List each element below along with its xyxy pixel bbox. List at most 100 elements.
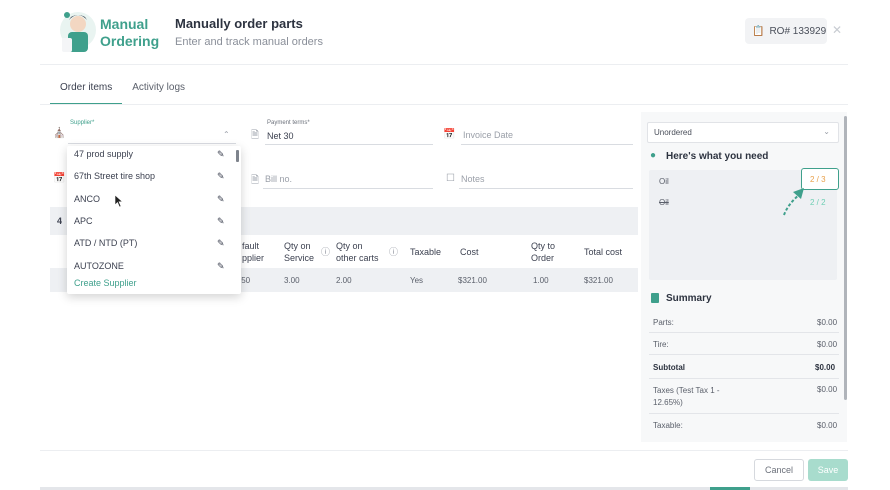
dropdown-item[interactable]: ATD / NTD (PT) bbox=[74, 238, 137, 248]
payment-terms-label: Payment terms* bbox=[267, 120, 310, 126]
dropdown-item[interactable]: AUTOZONE bbox=[74, 261, 124, 271]
invoice-date-underline bbox=[461, 144, 633, 145]
summary-parts-value: $0.00 bbox=[817, 318, 838, 327]
th-default-supplier-l1: fault bbox=[242, 241, 260, 251]
th-qty-service-l1: Qty on bbox=[284, 241, 311, 251]
page-title: Manually order parts bbox=[175, 16, 303, 31]
th-qty-other-l1: Qty on bbox=[336, 241, 363, 251]
th-default-supplier-l2: pplier bbox=[242, 253, 265, 263]
notes-underline bbox=[459, 188, 633, 189]
summary-subtotal-value: $0.00 bbox=[815, 363, 836, 372]
info-icon-2[interactable]: ⓘ bbox=[389, 246, 398, 258]
chevron-down-icon: ⌄ bbox=[823, 127, 830, 136]
td-qty-on-service: 3.00 bbox=[284, 276, 300, 285]
payment-terms-underline bbox=[265, 144, 433, 145]
th-qty-to-order[interactable]: Qty to Order bbox=[531, 240, 555, 264]
summary-taxable-value: $0.00 bbox=[817, 421, 838, 430]
pencil-icon[interactable]: ✎ bbox=[217, 194, 225, 205]
th-taxable[interactable]: Taxable bbox=[410, 246, 441, 258]
pencil-icon[interactable]: ✎ bbox=[217, 149, 225, 160]
tab-order-items[interactable]: Order items bbox=[50, 82, 123, 105]
td-total-cost: $321.00 bbox=[584, 276, 613, 285]
need-item-name: Oil bbox=[659, 177, 669, 186]
summary-taxes-value: $0.00 bbox=[817, 385, 838, 394]
summary-parts-label: Parts: bbox=[653, 318, 674, 327]
summary-title: Summary bbox=[666, 293, 712, 304]
page-subtitle: Enter and track manual orders bbox=[175, 36, 323, 48]
needs-title: Here's what you need bbox=[666, 151, 769, 162]
status-value: Unordered bbox=[654, 128, 692, 137]
supplier-dropdown: 47 prod supply ✎ 67th Street tire shop ✎… bbox=[67, 146, 241, 294]
notes-input[interactable]: Notes bbox=[461, 174, 485, 184]
document-icon: 🗎 bbox=[251, 130, 260, 141]
ro-number: RO# 133929 bbox=[769, 25, 827, 37]
document-icon-2: 🗎 bbox=[251, 175, 260, 186]
summary-divider bbox=[649, 413, 839, 414]
th-qty-on-service[interactable]: Qty on Service bbox=[284, 240, 314, 264]
need-item-progress: 2 / 3 bbox=[810, 175, 826, 184]
calendar-icon: 📅 bbox=[443, 129, 456, 140]
dropdown-item[interactable]: 47 prod supply bbox=[74, 149, 133, 159]
tab-activity-logs[interactable]: Activity logs bbox=[122, 82, 195, 105]
dropdown-scrollbar[interactable] bbox=[236, 150, 239, 162]
dropdown-item[interactable]: APC bbox=[74, 216, 93, 226]
td-taxable: Yes bbox=[410, 276, 424, 285]
status-select[interactable]: Unordered ⌄ bbox=[647, 122, 839, 143]
tab-bar: Order items Activity logs bbox=[50, 82, 195, 105]
summary-subtotal-label: Subtotal bbox=[653, 363, 685, 372]
cancel-button[interactable]: Cancel bbox=[754, 459, 804, 481]
pencil-icon[interactable]: ✎ bbox=[217, 261, 225, 272]
th-qty-other-carts[interactable]: Qty on other carts bbox=[336, 240, 379, 264]
logo-text: Manual Ordering bbox=[100, 16, 159, 50]
td-qty-to-order[interactable]: 1.00 bbox=[533, 276, 549, 285]
logo-line1: Manual bbox=[100, 16, 149, 32]
save-button[interactable]: Save bbox=[808, 459, 848, 481]
summary-divider bbox=[649, 332, 839, 333]
need-item-progress-done: 2 / 2 bbox=[810, 198, 826, 207]
footer-divider bbox=[40, 450, 848, 451]
panel-scrollbar[interactable] bbox=[844, 116, 847, 400]
store-icon: ⛪ bbox=[53, 128, 66, 139]
bill-no-input[interactable]: Bill no. bbox=[265, 174, 292, 184]
click-arrow-icon bbox=[783, 188, 804, 216]
chevron-up-icon[interactable]: ⌃ bbox=[223, 130, 230, 139]
bill-no-underline bbox=[263, 188, 433, 189]
logo-line2: Ordering bbox=[100, 33, 160, 49]
item-count: 4 bbox=[57, 216, 63, 226]
info-icon[interactable]: ⓘ bbox=[321, 246, 330, 258]
create-supplier-link[interactable]: Create Supplier bbox=[74, 278, 137, 288]
pencil-icon[interactable]: ✎ bbox=[217, 238, 225, 249]
dropdown-item[interactable]: ANCO bbox=[74, 194, 100, 204]
td-cost: $321.00 bbox=[458, 276, 487, 285]
ro-number-badge: 📋 RO# 133929 bbox=[745, 18, 827, 44]
th-default-supplier[interactable]: fault pplier bbox=[242, 240, 264, 264]
clipboard-icon: 📋 bbox=[752, 25, 765, 37]
summary-document-icon bbox=[651, 293, 659, 303]
note-icon: ☐ bbox=[446, 173, 455, 184]
summary-divider bbox=[649, 378, 839, 379]
calendar-icon-2: 📅 bbox=[53, 173, 66, 184]
th-qty-order-l2: Order bbox=[531, 253, 555, 263]
payment-terms-select[interactable]: Net 30 bbox=[267, 131, 294, 141]
tabs-divider bbox=[40, 104, 848, 105]
summary-tire-label: Tire: bbox=[653, 340, 669, 349]
mouse-pointer-icon bbox=[114, 194, 124, 208]
th-total-cost[interactable]: Total cost bbox=[584, 246, 622, 258]
th-qty-order-l1: Qty to bbox=[531, 241, 556, 251]
dropdown-item[interactable]: 67th Street tire shop bbox=[74, 171, 155, 181]
summary-tire-value: $0.00 bbox=[817, 340, 838, 349]
close-icon[interactable]: ✕ bbox=[832, 23, 842, 37]
summary-taxable-label: Taxable: bbox=[653, 421, 683, 430]
manual-ordering-logo bbox=[60, 12, 96, 52]
lightbulb-icon: ● bbox=[650, 150, 657, 161]
supplier-label: Supplier* bbox=[70, 120, 95, 126]
td-qty-on-other-carts: 2.00 bbox=[336, 276, 352, 285]
th-qty-service-l2: Service bbox=[284, 253, 315, 263]
invoice-date-input[interactable]: Invoice Date bbox=[463, 130, 513, 140]
pencil-icon[interactable]: ✎ bbox=[217, 216, 225, 227]
supplier-field-underline bbox=[68, 143, 236, 144]
pencil-icon[interactable]: ✎ bbox=[217, 171, 225, 182]
th-cost[interactable]: Cost bbox=[460, 246, 479, 258]
th-qty-other-l2: other carts bbox=[336, 253, 379, 263]
summary-divider bbox=[649, 354, 839, 355]
